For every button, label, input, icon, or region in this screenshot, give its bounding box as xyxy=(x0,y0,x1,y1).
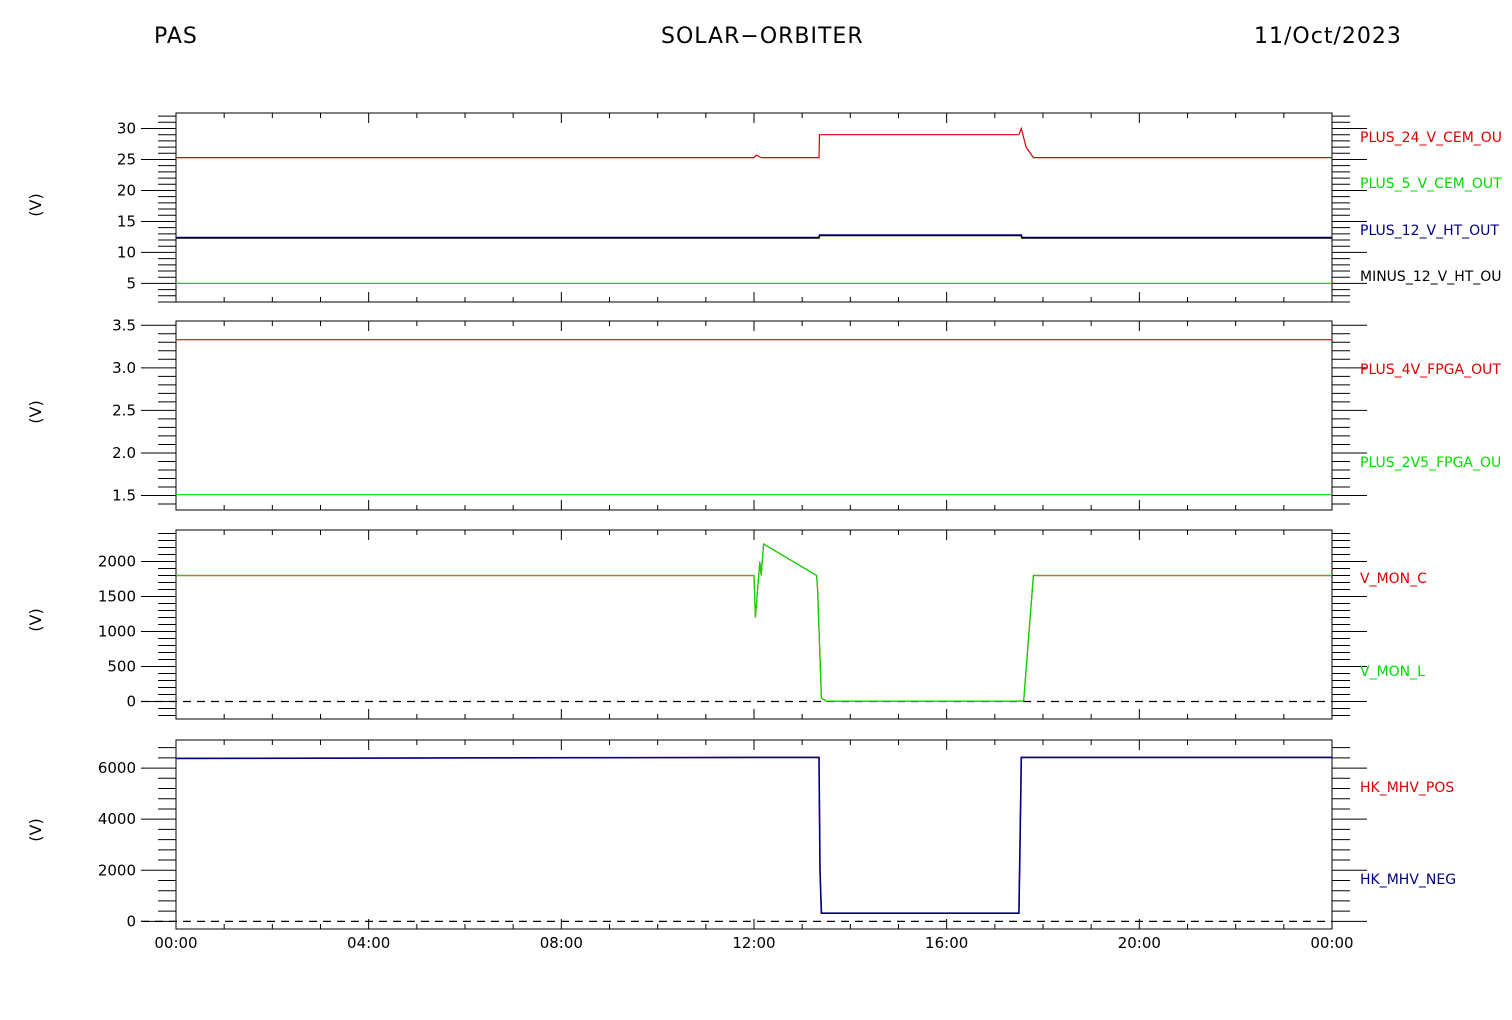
y-tick-label: 2.0 xyxy=(112,444,136,462)
legend-entry: HK_MHV_NEG xyxy=(1360,872,1456,888)
panel-frame xyxy=(175,739,1333,930)
series-line-hk_mhv_pos xyxy=(175,756,1332,914)
y-tick-label: 1500 xyxy=(98,588,136,606)
x-tick-label: 12:00 xyxy=(732,934,775,952)
legend-entry: HK_MHV_POS xyxy=(1360,780,1454,796)
y-tick-label: 2000 xyxy=(98,553,136,571)
legend-entry: PLUS_12_V_HT_OUT xyxy=(1360,223,1499,239)
legend-entry: V_MON_L xyxy=(1360,664,1425,680)
series-line-plus_24_v_cem_ou xyxy=(176,126,1332,159)
y-axis-label: (V) xyxy=(26,193,45,216)
y-tick-label: 30 xyxy=(117,119,136,137)
series-line-hk_mhv_neg xyxy=(175,756,1332,915)
panel-3: 0 500 1000 1500 2000 (V) V_MON_C V_MON_L xyxy=(26,529,1427,720)
panel-frame xyxy=(175,112,1333,303)
x-tick-label: 00:00 xyxy=(1310,934,1353,952)
y-axis-label: (V) xyxy=(26,608,45,631)
y-tick-label: 500 xyxy=(107,658,136,676)
y-tick-label: 2.5 xyxy=(112,401,136,419)
y-tick-label: 6000 xyxy=(98,759,136,777)
y-tick-label: 2000 xyxy=(98,861,136,879)
y-tick-label: 0 xyxy=(126,693,136,711)
legend-entry: PLUS_5_V_CEM_OUT xyxy=(1360,176,1502,192)
x-tick-label: 16:00 xyxy=(925,934,968,952)
legend-entry: PLUS_24_V_CEM_OU xyxy=(1360,130,1502,146)
series-line-v_mon_l xyxy=(176,542,1332,702)
y-tick-label: 1000 xyxy=(98,623,136,641)
y-tick-label: 15 xyxy=(117,212,136,230)
y-tick-label: 1.5 xyxy=(112,487,136,505)
y-tick-label: 0 xyxy=(126,912,136,930)
x-tick-label: 20:00 xyxy=(1118,934,1161,952)
stacked-time-series-plot: 5 10 15 20 25 30 (V) PLUS_24_V_CEM_OU PLUS_5_V_C… xyxy=(26,112,1502,952)
y-axis-label: (V) xyxy=(26,818,45,841)
y-axis-label: (V) xyxy=(26,400,45,423)
y-tick-label: 3.0 xyxy=(112,359,136,377)
x-tick-label: 04:00 xyxy=(347,934,390,952)
y-tick-label: 5 xyxy=(126,274,136,292)
panel-1: 5 10 15 20 25 30 (V) PLUS_24_V_CEM_OU PLUS_5_V_C… xyxy=(26,112,1502,303)
legend-entry: PLUS_4V_FPGA_OUT xyxy=(1360,362,1501,378)
x-tick-label: 00:00 xyxy=(154,934,197,952)
panel-frame xyxy=(175,320,1333,511)
series-line-v_mon_c xyxy=(176,542,1332,702)
legend-entry: PLUS_2V5_FPGA_OU xyxy=(1360,455,1501,471)
legend-entry: MINUS_12_V_HT_OU xyxy=(1360,269,1502,285)
y-tick-label: 20 xyxy=(117,181,136,199)
panel-4: 0 2000 4000 6000 (V) HK_MHV_POS HK_MHV_NEG 00:0… xyxy=(26,739,1456,952)
y-tick-label: 4000 xyxy=(98,810,136,828)
x-tick-label: 08:00 xyxy=(540,934,583,952)
y-tick-label: 25 xyxy=(117,150,136,168)
y-tick-label: 3.5 xyxy=(112,316,136,334)
panel-frame xyxy=(175,529,1333,720)
y-tick-label: 10 xyxy=(117,243,136,261)
legend-entry: V_MON_C xyxy=(1360,571,1427,587)
series-line-plus_12_v_ht_out xyxy=(176,234,1332,239)
panel-2: 1.5 2.0 2.5 3.0 3.5 (V) PLUS_4V_FPGA_OUT PLUS_2… xyxy=(26,316,1501,511)
